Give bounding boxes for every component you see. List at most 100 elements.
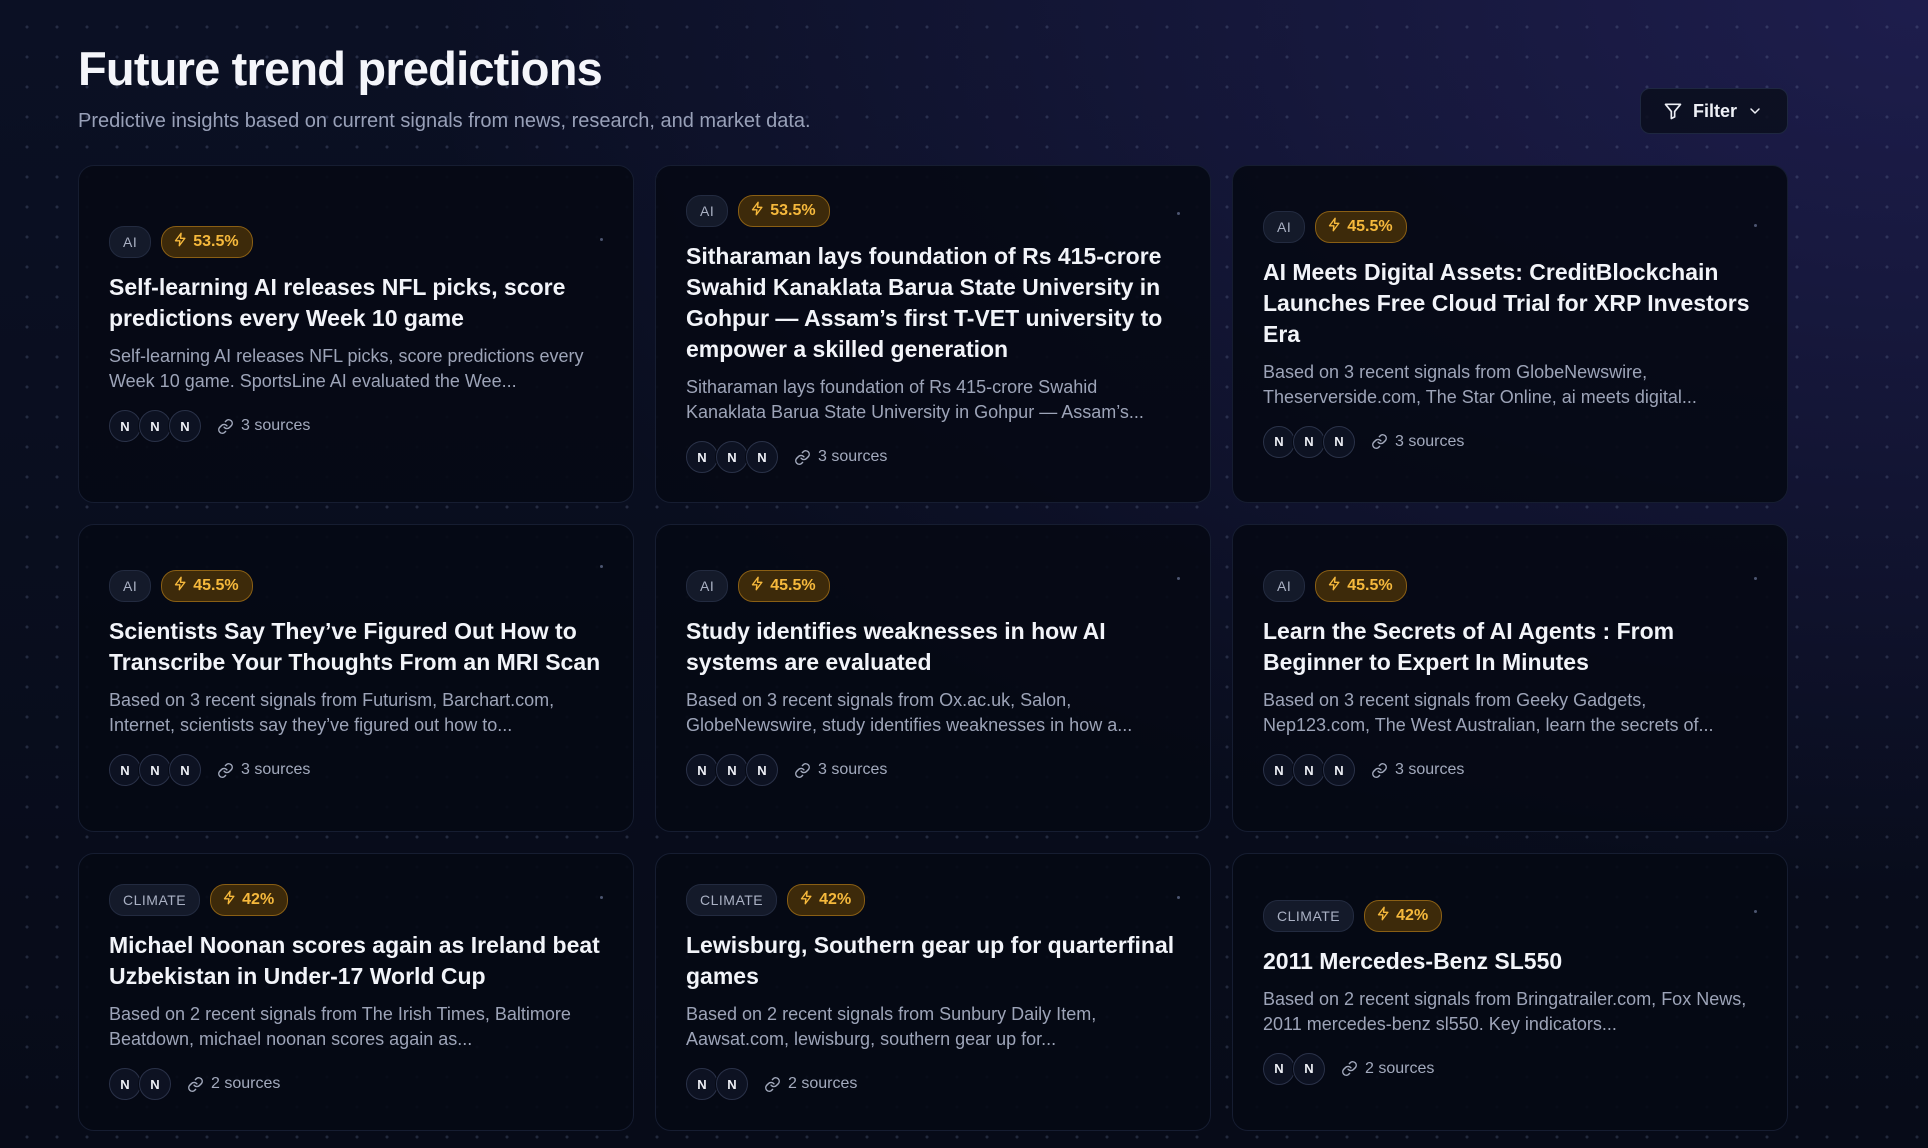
source-avatar: N — [169, 410, 201, 442]
prediction-card[interactable]: AI 45.5% Study identifies weaknesses in ho… — [655, 524, 1211, 832]
category-tag: AI — [686, 195, 729, 227]
source-avatars: NNN — [686, 754, 778, 786]
source-avatars: NNN — [1263, 754, 1355, 786]
source-avatar: N — [686, 754, 718, 786]
sources-link[interactable]: 2 sources — [764, 1075, 857, 1093]
link-icon — [764, 1076, 781, 1093]
lightning-icon — [1327, 217, 1342, 237]
prediction-card[interactable]: AI 53.5% Self-learning AI releases NFL pic… — [78, 165, 634, 503]
prediction-card[interactable]: CLIMATE 42% Lewisburg, Southern gear up fo… — [655, 853, 1211, 1131]
prediction-card[interactable]: AI 45.5% AI Meets Digital Assets: CreditBl… — [1232, 165, 1788, 503]
card-menu-dot[interactable] — [600, 565, 603, 568]
prediction-card[interactable]: AI 45.5% Scientists Say They’ve Figured Ou… — [78, 524, 634, 832]
source-avatar: N — [1263, 1052, 1295, 1085]
link-icon — [1371, 762, 1388, 779]
card-menu-dot[interactable] — [600, 896, 603, 899]
card-title[interactable]: Self-learning AI releases NFL picks, sco… — [109, 272, 603, 334]
filter-button[interactable]: Filter — [1639, 88, 1788, 134]
score-badge: 45.5% — [738, 570, 830, 602]
card-title[interactable]: Michael Noonan scores again as Ireland b… — [109, 930, 603, 992]
source-avatars: NNN — [109, 410, 201, 442]
source-avatar: N — [716, 1068, 748, 1100]
card-menu-dot[interactable] — [1754, 910, 1757, 913]
source-avatar: N — [109, 1068, 141, 1100]
source-avatar: N — [716, 441, 748, 473]
card-footer: NNN 3 sources — [686, 441, 1180, 473]
score-badge: 42% — [1364, 899, 1443, 932]
card-title[interactable]: Lewisburg, Southern gear up for quarterf… — [686, 930, 1180, 992]
source-avatar: N — [1293, 754, 1325, 786]
source-avatars: NN — [686, 1068, 748, 1100]
source-avatars: NNN — [1263, 425, 1355, 458]
card-tags: CLIMATE 42% — [1263, 899, 1757, 932]
card-menu-dot[interactable] — [1754, 224, 1757, 227]
lightning-icon — [750, 576, 765, 596]
card-summary: Based on 3 recent signals from Geeky Gad… — [1263, 690, 1714, 735]
card-title[interactable]: Study identifies weaknesses in how AI sy… — [686, 616, 1180, 678]
source-avatar: N — [686, 441, 718, 473]
prediction-card[interactable]: CLIMATE 42% 2011 Mercedes-Benz SL550 Based … — [1232, 853, 1788, 1131]
card-summary: Based on 2 recent signals from The Irish… — [109, 1004, 571, 1049]
source-avatars: NN — [1263, 1052, 1325, 1085]
source-avatar: N — [109, 754, 141, 786]
link-icon — [187, 1076, 204, 1093]
score-value: 42% — [1396, 906, 1429, 924]
score-value: 42% — [819, 891, 852, 908]
page-header: Future trend predictions Predictive insi… — [78, 42, 1788, 142]
sources-link[interactable]: 3 sources — [1371, 761, 1464, 779]
sources-link[interactable]: 2 sources — [187, 1075, 280, 1093]
card-summary: Based on 2 recent signals from Sunbury D… — [686, 1004, 1097, 1049]
link-icon — [794, 449, 811, 466]
source-avatar: N — [139, 410, 171, 442]
source-avatar: N — [1323, 425, 1355, 458]
card-menu-dot[interactable] — [600, 238, 603, 241]
chevron-down-icon — [1747, 103, 1763, 119]
source-avatar: N — [1263, 754, 1295, 786]
card-title[interactable]: Scientists Say They’ve Figured Out How t… — [109, 616, 603, 678]
card-tags: AI 53.5% — [686, 195, 1180, 227]
source-avatar: N — [716, 754, 748, 786]
lightning-icon — [222, 890, 237, 910]
card-footer: NN 2 sources — [1263, 1052, 1757, 1085]
source-avatars: NNN — [109, 754, 201, 786]
sources-count: 3 sources — [1395, 432, 1465, 450]
page-subtitle: Predictive insights based on current sig… — [78, 110, 811, 132]
score-badge: 53.5% — [161, 226, 253, 258]
prediction-card[interactable]: AI 45.5% Learn the Secrets of AI Agents : … — [1232, 524, 1788, 832]
lightning-icon — [173, 576, 188, 596]
card-summary: Sitharaman lays foundation of Rs 415-cro… — [686, 377, 1144, 422]
category-tag: AI — [109, 570, 152, 602]
card-title[interactable]: Learn the Secrets of AI Agents : From Be… — [1263, 616, 1757, 678]
score-value: 45.5% — [193, 577, 239, 594]
filter-label: Filter — [1692, 100, 1737, 121]
score-badge: 45.5% — [161, 570, 253, 602]
source-avatars: NNN — [686, 441, 778, 473]
card-title[interactable]: AI Meets Digital Assets: CreditBlockchai… — [1263, 257, 1757, 350]
sources-link[interactable]: 3 sources — [217, 417, 310, 435]
sources-link[interactable]: 3 sources — [1371, 433, 1464, 451]
card-menu-dot[interactable] — [1754, 577, 1757, 580]
card-menu-dot[interactable] — [1177, 577, 1180, 580]
sources-count: 2 sources — [1365, 1059, 1435, 1077]
category-tag: AI — [1263, 210, 1306, 243]
sources-link[interactable]: 3 sources — [217, 761, 310, 779]
category-tag: AI — [686, 570, 729, 602]
card-title[interactable]: 2011 Mercedes-Benz SL550 — [1263, 946, 1757, 977]
card-title[interactable]: Sitharaman lays foundation of Rs 415-cro… — [686, 241, 1180, 365]
card-menu-dot[interactable] — [1177, 212, 1180, 215]
score-badge: 45.5% — [1315, 210, 1407, 243]
prediction-card[interactable]: CLIMATE 42% Michael Noonan scores again as… — [78, 853, 634, 1131]
sources-count: 2 sources — [211, 1075, 281, 1092]
link-icon — [1371, 433, 1388, 450]
sources-count: 3 sources — [1395, 761, 1465, 778]
score-value: 45.5% — [1347, 577, 1393, 594]
sources-link[interactable]: 2 sources — [1341, 1060, 1434, 1078]
link-icon — [217, 762, 234, 779]
prediction-card-grid: AI 53.5% Self-learning AI releases NFL pic… — [78, 165, 1788, 1131]
prediction-card[interactable]: AI 53.5% Sitharaman lays foundation of Rs … — [655, 165, 1211, 503]
source-avatar: N — [169, 754, 201, 786]
card-menu-dot[interactable] — [1177, 896, 1180, 899]
lightning-icon — [1376, 906, 1391, 926]
sources-link[interactable]: 3 sources — [794, 761, 887, 779]
sources-link[interactable]: 3 sources — [794, 448, 887, 466]
